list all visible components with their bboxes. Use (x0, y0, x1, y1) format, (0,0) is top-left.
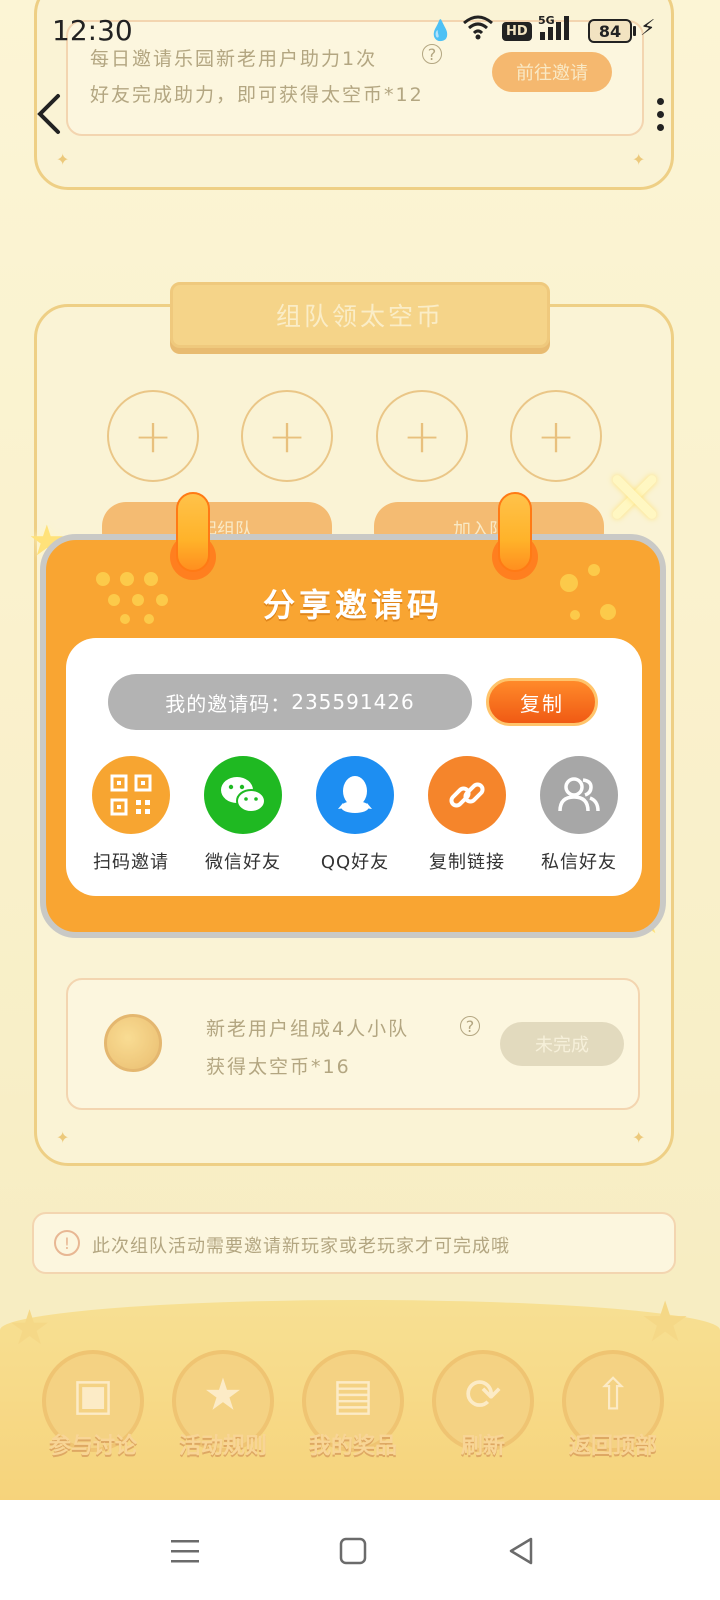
recent-apps-button[interactable] (160, 1526, 210, 1576)
charging-icon: ⚡ (640, 16, 656, 41)
battery-icon: 84 (588, 19, 632, 43)
status-bar: 12:30 💧 HD 5G 84 ⚡ (0, 0, 720, 64)
menu-icon (171, 1540, 199, 1563)
more-options-button[interactable] (650, 98, 670, 138)
share-label: 私信好友 (541, 852, 617, 873)
ring-decoration (498, 492, 532, 572)
square-icon (339, 1537, 367, 1565)
copy-button[interactable]: 复制 (486, 678, 598, 726)
qq-icon (316, 756, 394, 834)
modal-content: 我的邀请码： 235591426 复制 扫码邀请 微信好友 QQ好友 复制链接 … (66, 638, 642, 896)
network-type: 5G (538, 14, 555, 27)
battery-level: 84 (598, 21, 622, 41)
share-private-message[interactable]: 私信好友 (524, 756, 634, 876)
triangle-back-icon (509, 1537, 533, 1565)
wifi-icon (462, 14, 494, 46)
hd-icon: HD (502, 22, 532, 41)
share-label: 复制链接 (429, 852, 505, 873)
share-invite-modal: 分享邀请码 我的邀请码： 235591426 复制 扫码邀请 微信好友 QQ好友 (40, 492, 666, 938)
status-time: 12:30 (52, 14, 133, 47)
home-button[interactable] (328, 1526, 378, 1576)
qr-code-icon (92, 756, 170, 834)
link-icon (428, 756, 506, 834)
ring-decoration (176, 492, 210, 572)
share-label: 扫码邀请 (93, 852, 169, 873)
users-icon (540, 756, 618, 834)
wechat-icon (204, 756, 282, 834)
chevron-left-icon (37, 94, 60, 134)
modal-title: 分享邀请码 (262, 586, 443, 624)
share-copy-link[interactable]: 复制链接 (412, 756, 522, 876)
decor-dot (588, 564, 600, 576)
share-label: QQ好友 (320, 852, 390, 873)
invite-code-field: 我的邀请码： 235591426 (108, 674, 472, 730)
battery-tip (633, 26, 636, 36)
data-saver-icon: 💧 (428, 18, 453, 42)
back-button[interactable] (34, 92, 74, 142)
invite-code-value: 235591426 (291, 690, 415, 714)
share-qq[interactable]: QQ好友 (300, 756, 410, 876)
back-nav-button[interactable] (496, 1526, 546, 1576)
share-label: 微信好友 (205, 852, 281, 873)
signal-icon: 5G (538, 14, 574, 48)
invite-code-label: 我的邀请码： (165, 691, 292, 716)
system-navigation-bar (0, 1500, 720, 1600)
share-qr-code[interactable]: 扫码邀请 (76, 756, 186, 876)
share-wechat[interactable]: 微信好友 (188, 756, 298, 876)
close-button[interactable] (608, 470, 660, 522)
